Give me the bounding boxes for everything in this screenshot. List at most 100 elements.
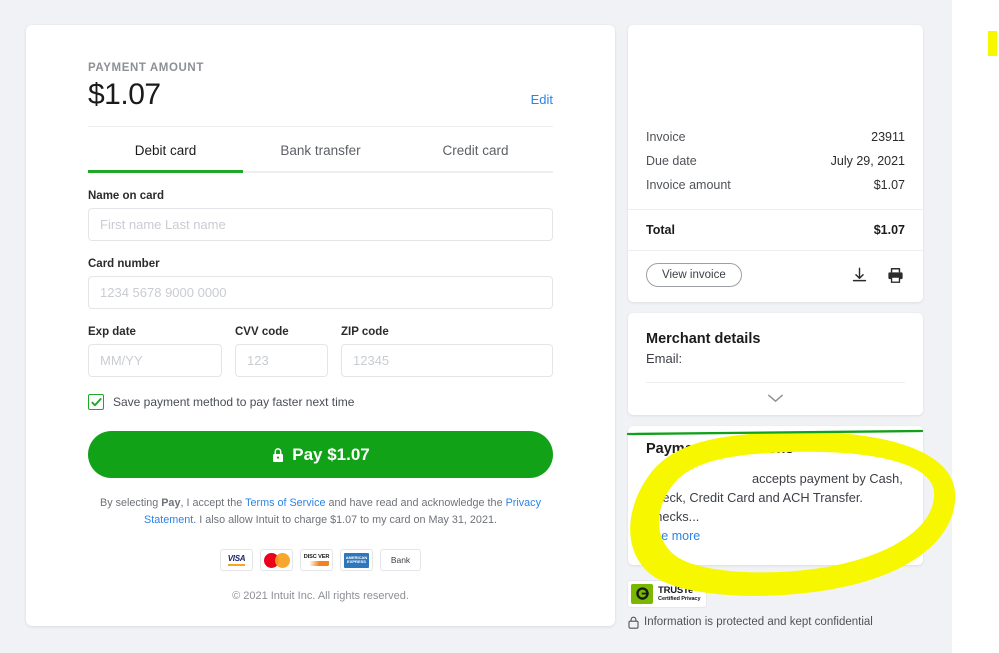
payment-amount-row: $1.07 Edit [88, 74, 553, 127]
merchant-details-title: Merchant details [646, 331, 761, 347]
legal-part3: and have read and acknowledge the [325, 497, 506, 509]
zip-code-label: ZIP code [341, 326, 389, 338]
download-icon[interactable] [850, 266, 869, 285]
exp-date-input[interactable] [88, 344, 222, 377]
accepted-payment-logos: VISA DISC VER AMERICAN EXPRESS Bank [88, 549, 553, 572]
yellow-edge-mark [988, 31, 997, 56]
invoice-amount-label: Invoice amount [646, 178, 731, 192]
discover-logo-text: DISC VER [303, 554, 330, 567]
payment-instructions-text: accepts payment by Cash, Check, Credit C… [646, 469, 905, 527]
due-date-label: Due date [646, 154, 697, 168]
merchant-logo-area [628, 25, 923, 125]
table-row: Invoice 23911 [646, 125, 905, 149]
payment-form-card: PAYMENT AMOUNT $1.07 Edit Debit card Ban… [26, 25, 615, 626]
invoice-summary-card: Invoice 23911 Due date July 29, 2021 Inv… [628, 25, 923, 302]
discover-wordmark: DISC VER [303, 554, 330, 561]
merchant-details-body: Merchant details Email: [628, 313, 923, 383]
payment-method-tabs: Debit card Bank transfer Credit card [88, 127, 553, 173]
visa-logo-text: VISA [227, 554, 246, 567]
tab-credit-card[interactable]: Credit card [398, 127, 553, 171]
legal-part2: , I accept the [180, 497, 246, 509]
legal-part4: . I also allow Intuit to charge $1.07 to… [193, 513, 497, 526]
invoice-detail-rows: Invoice 23911 Due date July 29, 2021 Inv… [628, 125, 923, 209]
lock-icon [273, 447, 284, 462]
see-more-link[interactable]: See more [646, 529, 700, 543]
visa-logo: VISA [220, 549, 253, 572]
bank-logo: Bank [380, 549, 421, 572]
cvv-code-label: CVV code [235, 326, 289, 338]
name-on-card-label: Name on card [88, 190, 165, 202]
merchant-email-label: Email: [646, 351, 683, 366]
checkmark-icon [90, 397, 102, 406]
legal-part1: By selecting [100, 497, 162, 509]
invoice-number-label: Invoice [646, 130, 686, 144]
truste-seal-icon [631, 583, 653, 604]
bank-logo-text: Bank [390, 555, 411, 566]
payment-instructions-body: Payment instructions accepts payment by … [628, 426, 923, 565]
legal-disclaimer: By selecting Pay, I accept the Terms of … [88, 495, 553, 528]
exp-date-field: Exp date [88, 326, 222, 377]
payment-instructions-title: Payment instructions [646, 441, 794, 457]
terms-of-service-link[interactable]: Terms of Service [245, 497, 325, 509]
edit-amount-link[interactable]: Edit [531, 92, 553, 112]
amex-logo-text: AMERICAN EXPRESS [345, 554, 368, 565]
table-row: Invoice amount $1.07 [646, 173, 905, 197]
save-payment-method-row: Save payment method to pay faster next t… [88, 394, 553, 410]
invoice-number-value: 23911 [871, 130, 905, 144]
merchant-email-row: Email: [646, 351, 905, 366]
mastercard-circles-icon [263, 552, 290, 568]
truste-text: TRUSTe Certified Privacy [658, 585, 701, 603]
payment-amount-value: $1.07 [88, 78, 161, 111]
exp-date-label: Exp date [88, 326, 136, 338]
amex-badge: AMERICAN EXPRESS [344, 552, 369, 568]
truste-badge[interactable]: TRUSTe Certified Privacy [628, 580, 707, 607]
save-payment-method-checkbox[interactable] [88, 394, 104, 410]
confidential-notice: Information is protected and kept confid… [628, 616, 923, 629]
payment-instructions-card: Payment instructions accepts payment by … [628, 426, 923, 565]
payment-instructions-body-text: accepts payment by Cash, Check, Credit C… [646, 471, 903, 525]
invoice-icon-actions [850, 266, 905, 285]
cvv-code-input[interactable] [235, 344, 328, 377]
zip-code-field: ZIP code [341, 326, 553, 377]
amex-logo: AMERICAN EXPRESS [340, 549, 373, 572]
card-details-row: Exp date CVV code ZIP code [88, 326, 553, 377]
pay-button[interactable]: Pay $1.07 [88, 431, 553, 478]
chevron-down-icon [768, 394, 783, 402]
name-on-card-field: Name on card [88, 190, 553, 241]
tab-debit-card[interactable]: Debit card [88, 127, 243, 173]
tab-bank-transfer[interactable]: Bank transfer [243, 127, 398, 171]
card-number-field: Card number [88, 258, 553, 309]
truste-line1: TRUSTe [658, 585, 694, 597]
total-label: Total [646, 223, 675, 237]
mastercard-logo [260, 549, 293, 572]
payment-page: PAYMENT AMOUNT $1.07 Edit Debit card Ban… [0, 0, 999, 653]
invoice-total-row: Total $1.07 [628, 209, 923, 250]
invoice-sidebar: Invoice 23911 Due date July 29, 2021 Inv… [628, 25, 923, 629]
save-payment-method-label: Save payment method to pay faster next t… [113, 395, 355, 409]
discover-logo: DISC VER [300, 549, 333, 572]
truste-e-glyph [635, 587, 649, 600]
name-on-card-input[interactable] [88, 208, 553, 241]
table-row: Due date July 29, 2021 [646, 149, 905, 173]
zip-code-input[interactable] [341, 344, 553, 377]
cvv-code-field: CVV code [235, 326, 328, 377]
legal-pay-word: Pay [161, 497, 181, 509]
pay-button-label: Pay $1.07 [292, 444, 370, 464]
merchant-expand-toggle[interactable] [628, 383, 923, 415]
due-date-value: July 29, 2021 [830, 154, 905, 168]
view-invoice-label: View invoice [662, 269, 726, 281]
confidential-text: Information is protected and kept confid… [644, 616, 873, 629]
invoice-amount-value: $1.07 [873, 178, 905, 192]
discover-swoosh-icon [303, 561, 330, 567]
card-number-label: Card number [88, 258, 160, 270]
invoice-actions-row: View invoice [628, 250, 923, 302]
merchant-details-card: Merchant details Email: [628, 313, 923, 415]
print-icon[interactable] [886, 266, 905, 285]
payment-amount-label: PAYMENT AMOUNT [88, 62, 204, 74]
truste-line2: Certified Privacy [658, 596, 701, 603]
view-invoice-button[interactable]: View invoice [646, 263, 742, 287]
lock-small-icon [628, 616, 639, 629]
card-number-input[interactable] [88, 276, 553, 309]
copyright-text: © 2021 Intuit Inc. All rights reserved. [232, 590, 409, 603]
total-value: $1.07 [873, 223, 905, 237]
